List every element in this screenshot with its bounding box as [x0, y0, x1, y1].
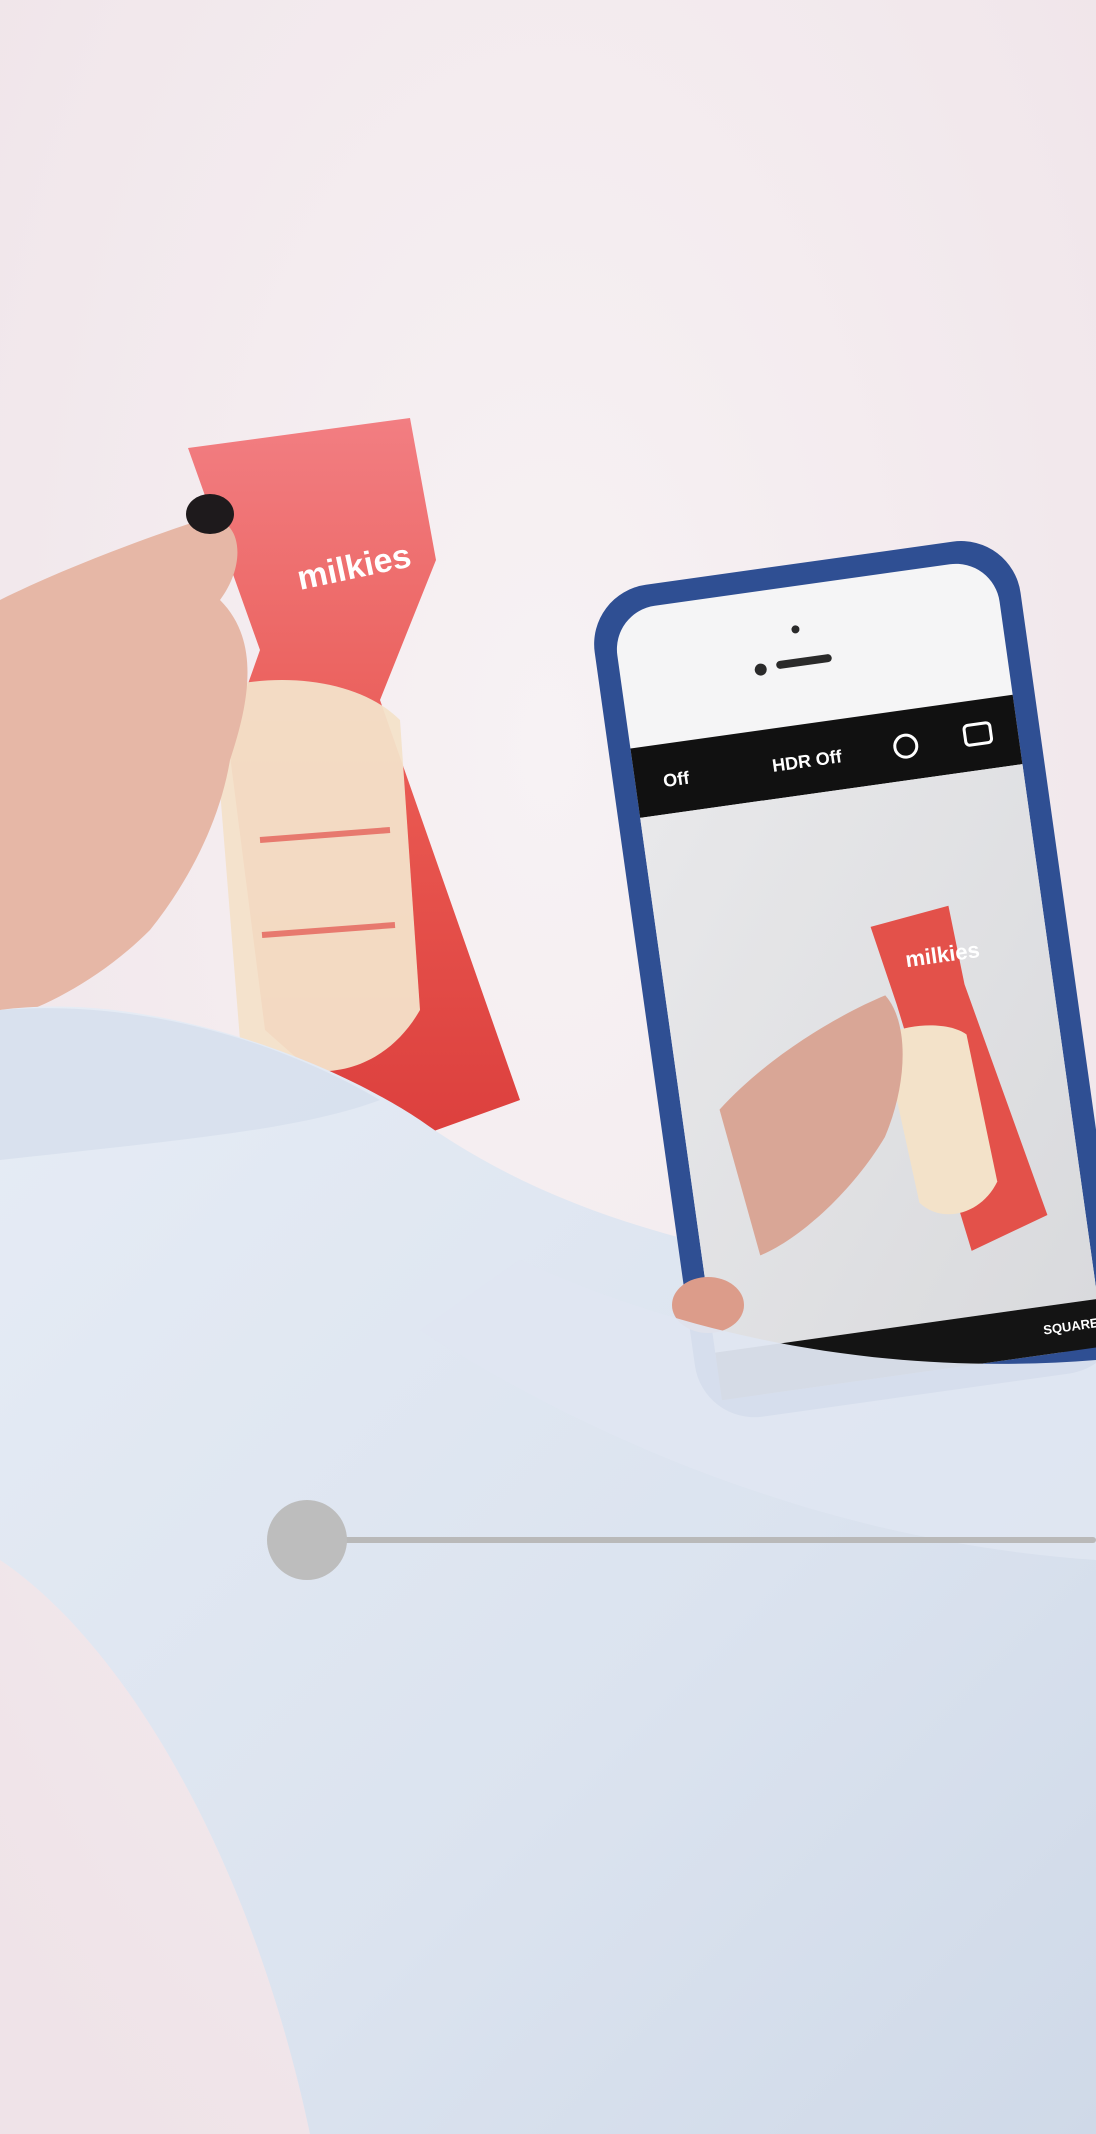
- flash-label: Off: [662, 768, 692, 792]
- slider-track[interactable]: [322, 1537, 1096, 1543]
- nail-polish: [186, 494, 234, 534]
- photo-scene: milkies Off HDR Off milkies SQUARE: [0, 0, 1096, 2134]
- slider-handle[interactable]: [267, 1500, 347, 1580]
